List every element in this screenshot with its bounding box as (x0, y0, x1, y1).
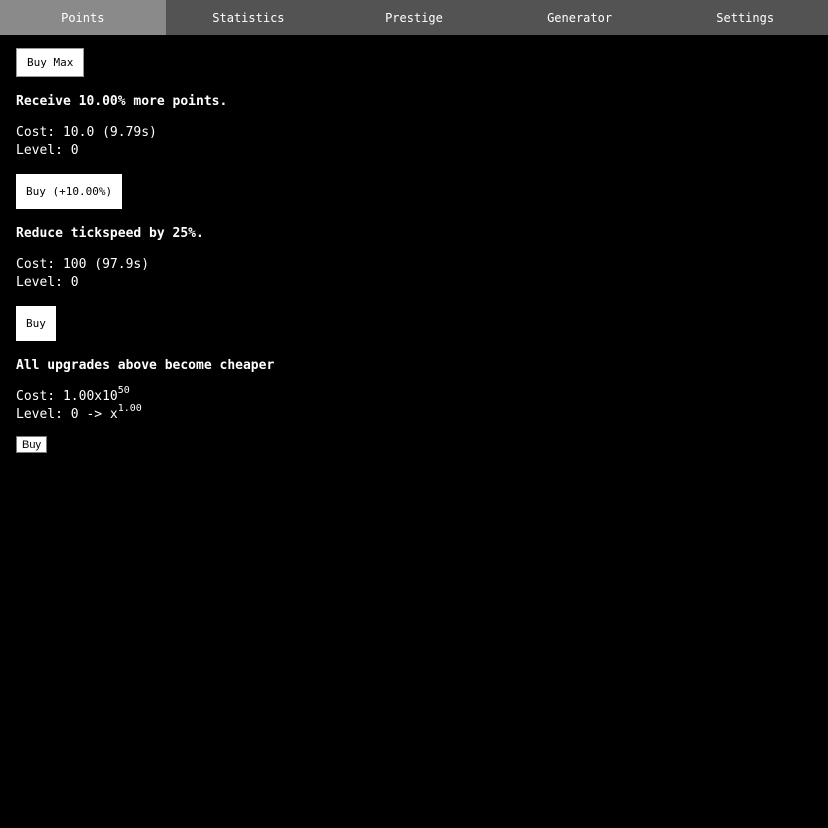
upgrade-level: Level: 0 -> x1.00 (16, 403, 812, 424)
upgrade-cost: Cost: 100 (97.9s) (16, 257, 150, 272)
buy-cheaper-upgrade-button[interactable]: Buy (16, 436, 47, 453)
upgrade-title: Reduce tickspeed by 25%. (16, 226, 204, 241)
buy-tickspeed-upgrade-button[interactable]: Buy (16, 306, 56, 341)
tab-settings[interactable]: Settings (662, 0, 828, 35)
upgrade-tickspeed: Reduce tickspeed by 25%. Cost: 100 (97.9… (16, 225, 812, 341)
upgrade-title: All upgrades above become cheaper (16, 358, 275, 373)
upgrade-cost: Cost: 10.0 (9.79s) (16, 125, 157, 140)
upgrade-cheaper: All upgrades above become cheaper Cost: … (16, 357, 812, 453)
tab-generator[interactable]: Generator (497, 0, 663, 35)
cost-exponent: 50 (117, 385, 130, 396)
tab-prestige[interactable]: Prestige (331, 0, 497, 35)
buy-max-button[interactable]: Buy Max (16, 48, 85, 77)
points-panel: Buy Max Receive 10.00% more points. Cost… (0, 35, 828, 453)
buy-points-upgrade-button[interactable]: Buy (+10.00%) (16, 174, 123, 209)
upgrade-info: Cost: 100 (97.9s) Level: 0 (16, 256, 812, 292)
upgrade-info: Cost: 10.0 (9.79s) Level: 0 (16, 124, 812, 160)
upgrade-title: Receive 10.00% more points. (16, 94, 228, 109)
upgrade-info: Cost: 1.00x1050 Level: 0 -> x1.00 (16, 385, 812, 424)
tab-points[interactable]: Points (0, 0, 166, 35)
level-exponent: 1.00 (117, 403, 142, 414)
cost-base: Cost: 1.00x10 (16, 389, 118, 404)
upgrade-level: Level: 0 (16, 275, 79, 290)
upgrade-points-multiplier: Receive 10.00% more points. Cost: 10.0 (… (16, 93, 812, 209)
tab-bar: Points Statistics Prestige Generator Set… (0, 0, 828, 35)
upgrade-level: Level: 0 (16, 143, 79, 158)
level-base: Level: 0 -> x (16, 407, 118, 422)
tab-statistics[interactable]: Statistics (166, 0, 332, 35)
